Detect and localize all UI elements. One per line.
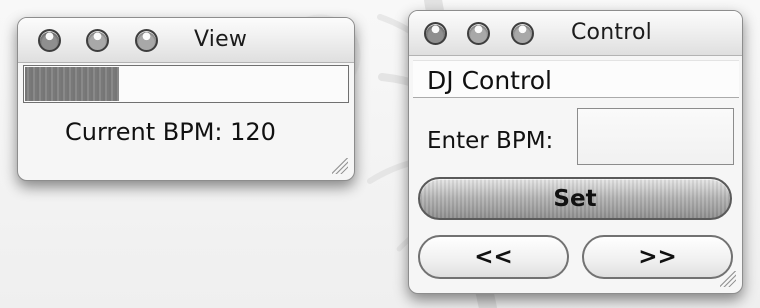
- bpm-input[interactable]: [577, 108, 734, 165]
- enter-bpm-label: Enter BPM:: [427, 128, 554, 154]
- resize-grip-icon[interactable]: [720, 271, 736, 287]
- close-window-icon[interactable]: [424, 22, 447, 45]
- zoom-window-icon[interactable]: [135, 29, 158, 52]
- beat-progress-bar: [23, 65, 349, 103]
- set-button[interactable]: Set: [418, 177, 732, 220]
- zoom-window-icon[interactable]: [511, 22, 534, 45]
- dj-control-title: DJ Control: [427, 66, 552, 95]
- close-window-icon[interactable]: [38, 29, 61, 52]
- minimize-window-icon[interactable]: [467, 22, 490, 45]
- view-titlebar[interactable]: View: [18, 18, 354, 63]
- dj-control-header: DJ Control: [413, 60, 739, 98]
- increase-bpm-button[interactable]: >>: [582, 235, 733, 279]
- minimize-window-icon[interactable]: [86, 29, 109, 52]
- control-titlebar[interactable]: Control: [409, 11, 742, 56]
- current-bpm-text: Current BPM: 120: [65, 118, 276, 146]
- control-window: Control DJ Control Enter BPM: Set << >>: [408, 10, 743, 294]
- resize-grip-icon[interactable]: [332, 158, 348, 174]
- beat-progress-fill: [25, 67, 119, 101]
- window-title: View: [194, 27, 248, 52]
- window-title: Control: [571, 20, 652, 45]
- decrease-bpm-button[interactable]: <<: [418, 235, 569, 279]
- view-window: View Current BPM: 120: [17, 17, 355, 181]
